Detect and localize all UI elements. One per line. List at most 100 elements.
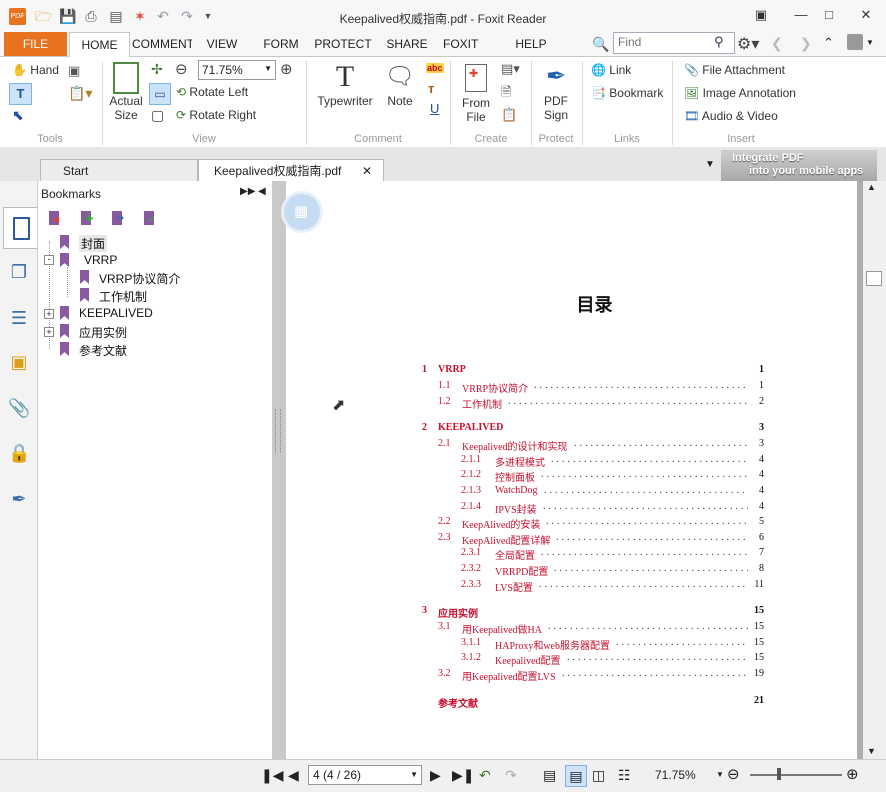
tab-foxit-cloud[interactable]: FOXIT CLOUD <box>443 32 500 56</box>
actual-size-button[interactable]: Actual Size <box>106 60 146 122</box>
facing-page-icon[interactable]: ◫ <box>592 767 605 783</box>
toc-entry[interactable]: 2.3.2 VRRPD配置............................… <box>286 563 857 578</box>
minimize-button[interactable]: — <box>790 6 812 24</box>
fit-visible-icon[interactable]: ▢ <box>151 107 164 124</box>
zoom-out-icon[interactable]: ⊖ <box>175 60 188 78</box>
rotate-right-button[interactable]: ⟳ Rotate Right <box>176 108 256 122</box>
file-attachment-button[interactable]: 📎 File Attachment <box>684 63 785 77</box>
toc-entry[interactable]: 2.1.2 控制面板...............................… <box>286 469 857 484</box>
toc-entry[interactable]: 参考文献 21 <box>286 695 857 710</box>
settings-gear-icon[interactable]: ⚙▾ <box>737 34 759 54</box>
tab-protect[interactable]: PROTECT <box>310 32 376 56</box>
toc-entry[interactable]: 2.1.1 多进程模式..............................… <box>286 454 857 469</box>
continuous-page-icon[interactable]: ▤ <box>565 765 587 787</box>
toc-entry[interactable]: 1 VRRP 1 <box>286 364 857 378</box>
tab-form[interactable]: FORM <box>258 32 304 56</box>
toc-entry[interactable]: 3.1.2 Keepalived配置.......................… <box>286 652 857 667</box>
panel-splitter[interactable] <box>272 181 286 759</box>
expand-toggle-icon[interactable]: + <box>44 327 54 337</box>
vertical-scrollbar[interactable]: ▲ ▼ <box>863 181 886 759</box>
tab-home[interactable]: HOME <box>69 32 130 58</box>
select-annotation-icon[interactable]: ⬉ <box>12 107 24 124</box>
fit-width-icon[interactable]: ▭ <box>149 83 171 105</box>
scroll-thumb[interactable] <box>866 271 882 286</box>
attachments-panel-icon[interactable]: 📎 <box>8 397 30 419</box>
toc-entry[interactable]: 1.2 工作机制.................................… <box>286 396 857 411</box>
tab-start[interactable]: Start <box>40 159 198 182</box>
next-page-icon[interactable]: ▶ <box>430 767 441 783</box>
toc-entry[interactable]: 3.1.1 HAProxy和web服务器配置...................… <box>286 637 857 652</box>
toc-entry[interactable]: 2.1.4 IPVS封装.............................… <box>286 501 857 516</box>
zoom-slider[interactable] <box>750 774 842 776</box>
blank-page-icon[interactable]: ▤▾ <box>501 61 520 77</box>
note-button[interactable]: 🗨 Note <box>382 60 418 108</box>
tab-list-dropdown-icon[interactable]: ▼ <box>705 159 715 170</box>
tab-share[interactable]: SHARE <box>382 32 432 56</box>
select-text-icon[interactable]: T <box>9 83 32 105</box>
toc-entry[interactable]: 2.2 KeepAlived的安装........................… <box>286 516 857 531</box>
from-scanner-icon[interactable]: 🗎 <box>501 83 511 105</box>
close-button[interactable]: ✕ <box>855 6 877 24</box>
scroll-up-icon[interactable]: ▲ <box>867 182 876 192</box>
bookmarks-panel-button[interactable] <box>3 207 37 249</box>
highlight-icon[interactable]: abc <box>426 63 444 73</box>
tab-help[interactable]: HELP <box>510 32 552 56</box>
pages-panel-icon[interactable]: ❐ <box>8 261 30 283</box>
promo-banner[interactable]: Integrate PDF into your mobile apps <box>721 150 877 181</box>
toc-entry[interactable]: 1.1 VRRP协议简介.............................… <box>286 380 857 395</box>
image-annotation-button[interactable]: 🖼 Image Annotation <box>684 86 796 100</box>
last-page-icon[interactable]: ▶❚ <box>452 767 475 783</box>
delete-bookmark-icon[interactable]: ✖ <box>49 211 61 225</box>
link-button[interactable]: 🌐 Link <box>591 63 631 77</box>
tab-view[interactable]: VIEW <box>198 32 246 56</box>
single-page-icon[interactable]: ▤ <box>543 767 556 783</box>
toc-entry[interactable]: 2.1 Keepalived的设计和实现.....................… <box>286 438 857 453</box>
restore-small-icon[interactable]: ▣ <box>750 6 772 24</box>
expand-toggle-icon[interactable]: + <box>44 309 54 319</box>
toc-entry[interactable]: 2.3.1 全局配置...............................… <box>286 547 857 562</box>
collapse-panel-icon[interactable]: ◀ <box>258 186 266 197</box>
zoom-slider-thumb[interactable] <box>777 768 781 780</box>
toc-entry[interactable]: 3.2 用Keepalived配置LVS.....................… <box>286 668 857 683</box>
qr-code-button[interactable]: ▦ <box>284 194 320 230</box>
bookmark-options-icon[interactable]: ✔ <box>144 211 156 225</box>
hand-tool[interactable]: ✋ Hand <box>12 63 59 77</box>
bookmark-button[interactable]: 📑 Bookmark <box>591 86 663 100</box>
nav-forward-icon[interactable]: ❯ <box>800 35 812 52</box>
status-zoom-in-icon[interactable]: ⊕ <box>846 767 859 783</box>
from-clipboard-icon[interactable]: 📋 <box>501 107 517 123</box>
status-zoom-dropdown-icon[interactable]: ▼ <box>716 770 724 779</box>
rotate-left-button[interactable]: ⟲ Rotate Left <box>176 85 248 99</box>
pdf-sign-button[interactable]: ✒ PDF Sign <box>536 60 576 122</box>
zoom-in-icon[interactable]: ⊕ <box>280 60 293 78</box>
toc-entry[interactable]: 2.1.3 WatchDog...........................… <box>286 485 857 499</box>
tab-document[interactable]: Keepalived权威指南.pdf ✕ <box>198 159 384 182</box>
maximize-button[interactable]: □ <box>818 6 840 24</box>
find-options-icon[interactable]: 🔍 <box>592 36 609 53</box>
tab-comment[interactable]: COMMENT <box>132 32 192 56</box>
toc-entry[interactable]: 3.1 用Keepalived做HA.......................… <box>286 621 857 636</box>
signatures-panel-icon[interactable]: ✒ <box>8 488 30 510</box>
add-bookmark-icon[interactable]: ✚ <box>81 211 93 225</box>
continuous-facing-icon[interactable]: ☷ <box>618 767 631 783</box>
fit-page-icon[interactable]: ✢ <box>151 61 163 78</box>
find-box[interactable]: ⚲ <box>613 32 735 54</box>
nav-back-icon[interactable]: ❮ <box>771 35 783 52</box>
collapse-toggle-icon[interactable]: - <box>44 255 54 265</box>
security-lock-icon[interactable]: 🔒 <box>8 442 30 464</box>
move-bookmark-icon[interactable]: ➜ <box>112 211 124 225</box>
expand-panel-icon[interactable]: ▶▶ <box>240 186 255 197</box>
search-icon[interactable]: ⚲ <box>714 34 724 50</box>
user-dropdown-icon[interactable]: ▼ <box>866 38 874 47</box>
first-page-icon[interactable]: ❚◀ <box>261 767 284 783</box>
previous-view-icon[interactable]: ↶ <box>479 767 491 783</box>
scroll-down-icon[interactable]: ▼ <box>867 746 876 756</box>
layers-panel-icon[interactable]: ☰ <box>8 307 30 329</box>
collapse-ribbon-icon[interactable]: ⌃ <box>823 35 834 51</box>
toc-entry[interactable]: 3 应用实例 15 <box>286 605 857 620</box>
close-tab-icon[interactable]: ✕ <box>362 160 372 182</box>
snapshot-icon[interactable]: ▣ <box>68 63 80 79</box>
underline-icon[interactable]: U <box>430 101 439 116</box>
paste-icon[interactable]: 📋▾ <box>68 85 92 102</box>
from-file-button[interactable]: ✚ From File <box>456 60 496 124</box>
